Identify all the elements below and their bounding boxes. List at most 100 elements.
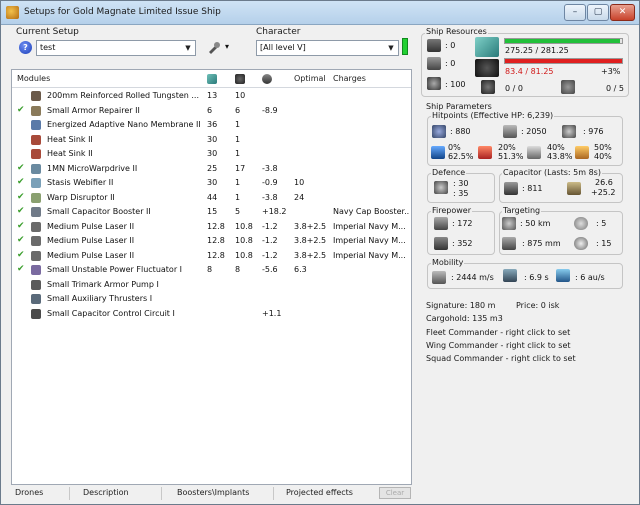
max-velocity-icon	[432, 271, 446, 284]
powergrid-bar-fill	[505, 59, 622, 63]
targeting-range-value: : 50 km	[520, 219, 551, 228]
module-row[interactable]: 200mm Reinforced Rolled Tungsten ... 13 10	[12, 90, 411, 102]
module-row[interactable]: Small Auxiliary Thrusters I	[12, 293, 411, 305]
hitpoints-title: Hitpoints (Effective HP: 6,239)	[431, 111, 555, 120]
help-icon[interactable]: ?	[19, 41, 32, 54]
title-bar[interactable]: Setups for Gold Magnate Limited Issue Sh…	[1, 1, 639, 25]
shield-hp-value: : 880	[450, 127, 471, 136]
setup-select-value: test	[40, 43, 56, 52]
module-row[interactable]: ✔ Stasis Webifier II 30 1 -0.9 10	[12, 177, 411, 189]
firepower-value-b: : 352	[452, 239, 473, 248]
signature-text: Signature: 180 m	[426, 301, 496, 310]
defence-title: Defence	[431, 168, 467, 177]
module-pg-cell: 1	[235, 192, 241, 202]
tab-boosters-implants[interactable]: Boosters\Implants	[177, 488, 249, 497]
module-row[interactable]: ✔ Small Capacitor Booster II 15 5 +18.2 Navy …	[12, 206, 411, 218]
module-name-cell: Small Armor Repairer II	[47, 105, 140, 115]
module-row[interactable]: Small Trimark Armor Pump I	[12, 279, 411, 291]
active-check-icon[interactable]: ✔	[17, 250, 25, 260]
modules-column-header[interactable]: Modules	[17, 74, 50, 83]
tab-drones[interactable]: Drones	[15, 488, 43, 497]
module-name-cell: 200mm Reinforced Rolled Tungsten ...	[47, 91, 200, 100]
module-pg-cell: 1	[235, 134, 241, 144]
chevron-down-icon: ▼	[185, 44, 191, 52]
module-row[interactable]: Small Capacitor Control Circuit I +1.1	[12, 308, 411, 320]
wing-commander-text[interactable]: Wing Commander - right click to set	[426, 341, 571, 350]
module-row[interactable]: ✔ 1MN MicroWarpdrive II 25 17 -3.8	[12, 163, 411, 175]
module-optimal-cell: 3.8+2.5	[294, 236, 327, 245]
active-check-icon[interactable]: ✔	[17, 177, 25, 187]
em-resist-icon	[431, 146, 445, 159]
kinetic-resist-value: 40% 43.8%	[547, 143, 573, 161]
modules-list[interactable]: Modules Optimal Charges 200mm Reinforced…	[11, 69, 412, 485]
tab-projected-effects[interactable]: Projected effects	[286, 488, 353, 497]
module-cap-cell: -1.2	[262, 250, 278, 260]
module-row[interactable]: Energized Adaptive Nano Membrane II 36 1	[12, 119, 411, 131]
tools-icon[interactable]	[207, 41, 221, 54]
module-name-cell: Medium Pulse Laser II	[47, 250, 135, 260]
character-select-value: [All level V]	[260, 43, 306, 52]
module-row[interactable]: ✔ Medium Pulse Laser II 12.8 10.8 -1.2 3.8+2.…	[12, 235, 411, 247]
armor-icon	[503, 125, 517, 138]
powergrid-icon[interactable]	[235, 74, 245, 84]
align-time-icon	[503, 269, 517, 282]
module-name-cell: Medium Pulse Laser II	[47, 236, 135, 245]
cpu-icon[interactable]	[207, 74, 217, 84]
active-check-icon[interactable]: ✔	[17, 264, 25, 274]
module-optimal-cell: 3.8+2.5	[294, 221, 327, 231]
active-check-icon[interactable]: ✔	[17, 105, 25, 115]
setup-select[interactable]: test ▼	[36, 40, 196, 56]
module-name-cell: 1MN MicroWarpdrive II	[47, 163, 138, 173]
active-check-icon[interactable]: ✔	[17, 192, 25, 202]
active-check-icon[interactable]: ✔	[17, 221, 25, 231]
targeting-title: Targeting	[502, 206, 542, 215]
cpu-bar	[504, 38, 623, 44]
capacitor-value: : 811	[522, 184, 543, 193]
sensor-strength-value: : 15	[596, 239, 612, 248]
fleet-commander-text[interactable]: Fleet Commander - right click to set	[426, 328, 570, 337]
minimize-button[interactable]: –	[564, 4, 586, 21]
tools-dropdown-arrow[interactable]: ▾	[225, 42, 229, 51]
module-cpu-cell: 36	[207, 120, 218, 129]
optimal-column-header[interactable]: Optimal	[294, 74, 326, 83]
active-check-icon[interactable]: ✔	[17, 235, 25, 245]
module-icon	[31, 294, 41, 304]
module-row[interactable]: ✔ Medium Pulse Laser II 12.8 10.8 -1.2 3.8+2.…	[12, 221, 411, 233]
capacitor-rate-a: 26.6	[595, 178, 613, 187]
module-row[interactable]: ✔ Small Unstable Power Fluctuator I 8 8 -5.6…	[12, 264, 411, 276]
capacitor-icon[interactable]	[262, 74, 272, 84]
thermal-resist-icon	[478, 146, 492, 159]
character-select[interactable]: [All level V] ▼	[256, 40, 399, 56]
module-icon	[31, 250, 41, 261]
targeting-panel	[499, 211, 623, 255]
maximize-button[interactable]: ▢	[587, 4, 609, 21]
module-cap-cell: -1.2	[262, 236, 278, 245]
module-icon	[31, 221, 41, 232]
app-icon	[6, 6, 19, 19]
turret-hardpoints-value: : 0	[445, 41, 456, 50]
module-row[interactable]: ✔ Medium Pulse Laser II 12.8 10.8 -1.2 3.8+2.…	[12, 250, 411, 262]
charges-column-header[interactable]: Charges	[333, 74, 366, 83]
firepower-value-a: : 172	[452, 219, 473, 228]
clear-button[interactable]: Clear	[379, 487, 411, 499]
module-icon	[31, 192, 41, 203]
module-row[interactable]: ✔ Warp Disruptor II 44 1 -3.8 24	[12, 192, 411, 204]
tab-description[interactable]: Description	[83, 488, 129, 497]
active-check-icon[interactable]: ✔	[17, 206, 25, 216]
active-check-icon[interactable]: ✔	[17, 163, 25, 173]
module-row[interactable]: ✔ Small Armor Repairer II 6 6 -8.9	[12, 105, 411, 117]
drone-bandwidth-icon	[481, 80, 495, 94]
module-row[interactable]: Heat Sink II 30 1	[12, 148, 411, 160]
module-charges-cell: Imperial Navy M...	[333, 221, 406, 231]
module-pg-cell: 1	[235, 120, 241, 129]
powergrid-icon	[475, 59, 499, 77]
squad-commander-text[interactable]: Squad Commander - right click to set	[426, 354, 576, 363]
ship-resources-title: Ship Resources	[425, 27, 488, 36]
module-row[interactable]: Heat Sink II 30 1	[12, 134, 411, 146]
max-velocity-value: : 2444 m/s	[451, 273, 494, 282]
module-name-cell: Warp Disruptor II	[47, 192, 115, 202]
close-button[interactable]: ✕	[610, 4, 635, 21]
module-name-cell: Heat Sink II	[47, 149, 93, 158]
module-cpu-cell: 30	[207, 149, 218, 158]
tab-separator	[273, 487, 274, 500]
